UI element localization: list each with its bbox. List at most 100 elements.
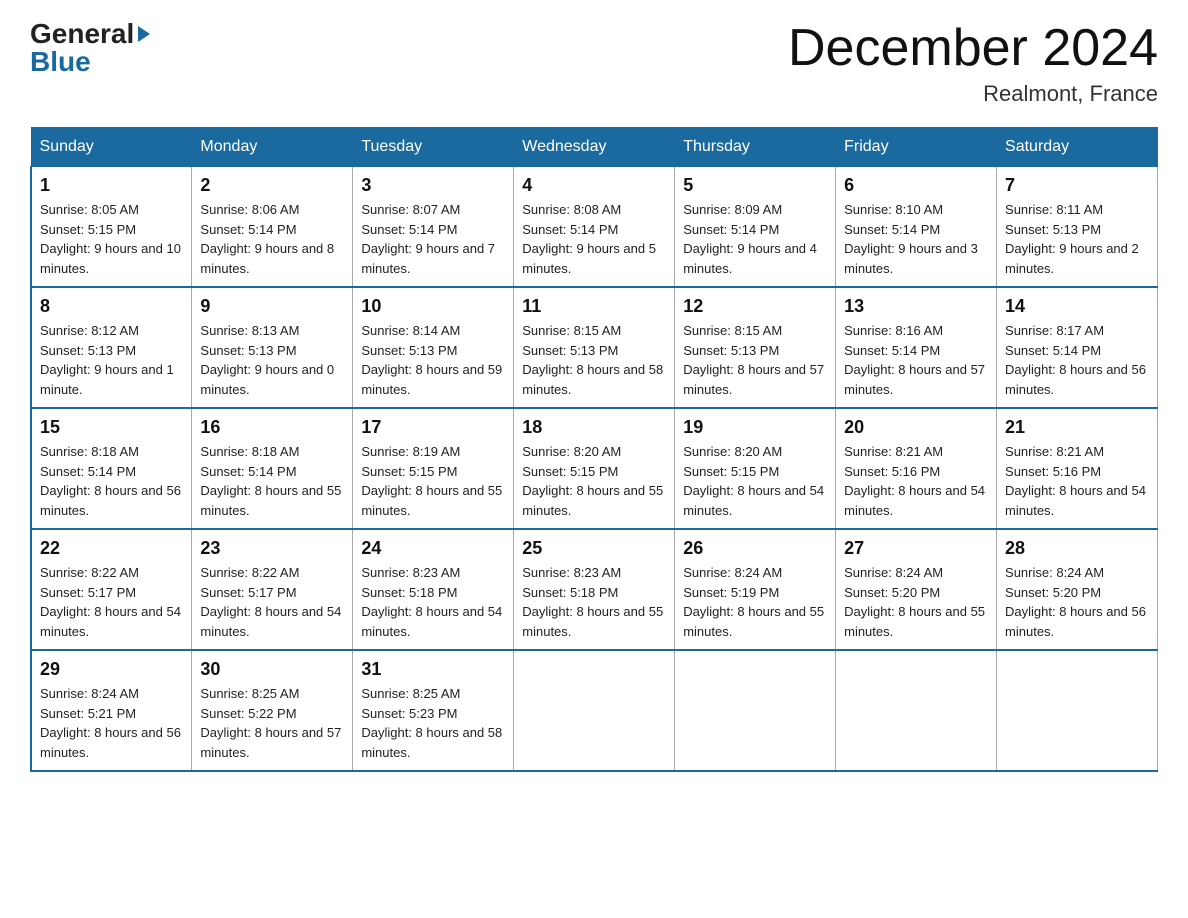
day-info: Sunrise: 8:21 AMSunset: 5:16 PMDaylight:…	[844, 442, 988, 520]
col-saturday: Saturday	[997, 128, 1158, 167]
calendar-cell: 3 Sunrise: 8:07 AMSunset: 5:14 PMDayligh…	[353, 167, 514, 288]
logo-blue-text: Blue	[30, 48, 91, 76]
calendar-cell: 7 Sunrise: 8:11 AMSunset: 5:13 PMDayligh…	[997, 167, 1158, 288]
day-number: 6	[844, 175, 988, 196]
day-info: Sunrise: 8:25 AMSunset: 5:23 PMDaylight:…	[361, 684, 505, 762]
col-tuesday: Tuesday	[353, 128, 514, 167]
header-row: Sunday Monday Tuesday Wednesday Thursday…	[31, 128, 1158, 167]
col-thursday: Thursday	[675, 128, 836, 167]
day-info: Sunrise: 8:12 AMSunset: 5:13 PMDaylight:…	[40, 321, 183, 399]
calendar-header: Sunday Monday Tuesday Wednesday Thursday…	[31, 128, 1158, 167]
calendar-week-row: 8 Sunrise: 8:12 AMSunset: 5:13 PMDayligh…	[31, 287, 1158, 408]
calendar-week-row: 29 Sunrise: 8:24 AMSunset: 5:21 PMDaylig…	[31, 650, 1158, 771]
col-sunday: Sunday	[31, 128, 192, 167]
calendar-cell	[514, 650, 675, 771]
day-info: Sunrise: 8:25 AMSunset: 5:22 PMDaylight:…	[200, 684, 344, 762]
day-info: Sunrise: 8:09 AMSunset: 5:14 PMDaylight:…	[683, 200, 827, 278]
day-number: 17	[361, 417, 505, 438]
day-number: 9	[200, 296, 344, 317]
calendar-cell: 25 Sunrise: 8:23 AMSunset: 5:18 PMDaylig…	[514, 529, 675, 650]
day-number: 5	[683, 175, 827, 196]
day-info: Sunrise: 8:23 AMSunset: 5:18 PMDaylight:…	[361, 563, 505, 641]
logo-chevron-icon	[138, 26, 150, 42]
calendar-cell	[675, 650, 836, 771]
day-info: Sunrise: 8:13 AMSunset: 5:13 PMDaylight:…	[200, 321, 344, 399]
calendar-cell: 14 Sunrise: 8:17 AMSunset: 5:14 PMDaylig…	[997, 287, 1158, 408]
day-number: 11	[522, 296, 666, 317]
day-number: 28	[1005, 538, 1149, 559]
day-number: 14	[1005, 296, 1149, 317]
day-info: Sunrise: 8:06 AMSunset: 5:14 PMDaylight:…	[200, 200, 344, 278]
day-number: 15	[40, 417, 183, 438]
calendar-cell: 8 Sunrise: 8:12 AMSunset: 5:13 PMDayligh…	[31, 287, 192, 408]
day-number: 30	[200, 659, 344, 680]
calendar-cell: 28 Sunrise: 8:24 AMSunset: 5:20 PMDaylig…	[997, 529, 1158, 650]
calendar-cell: 16 Sunrise: 8:18 AMSunset: 5:14 PMDaylig…	[192, 408, 353, 529]
location-subtitle: Realmont, France	[788, 81, 1158, 107]
calendar-cell: 18 Sunrise: 8:20 AMSunset: 5:15 PMDaylig…	[514, 408, 675, 529]
calendar-cell: 6 Sunrise: 8:10 AMSunset: 5:14 PMDayligh…	[836, 167, 997, 288]
calendar-cell	[997, 650, 1158, 771]
calendar-cell: 24 Sunrise: 8:23 AMSunset: 5:18 PMDaylig…	[353, 529, 514, 650]
day-info: Sunrise: 8:20 AMSunset: 5:15 PMDaylight:…	[683, 442, 827, 520]
day-number: 12	[683, 296, 827, 317]
day-info: Sunrise: 8:07 AMSunset: 5:14 PMDaylight:…	[361, 200, 505, 278]
calendar-cell: 11 Sunrise: 8:15 AMSunset: 5:13 PMDaylig…	[514, 287, 675, 408]
month-title: December 2024	[788, 20, 1158, 77]
calendar-cell: 17 Sunrise: 8:19 AMSunset: 5:15 PMDaylig…	[353, 408, 514, 529]
calendar-cell: 20 Sunrise: 8:21 AMSunset: 5:16 PMDaylig…	[836, 408, 997, 529]
calendar-cell: 23 Sunrise: 8:22 AMSunset: 5:17 PMDaylig…	[192, 529, 353, 650]
day-number: 21	[1005, 417, 1149, 438]
day-info: Sunrise: 8:21 AMSunset: 5:16 PMDaylight:…	[1005, 442, 1149, 520]
day-number: 31	[361, 659, 505, 680]
day-number: 26	[683, 538, 827, 559]
day-info: Sunrise: 8:24 AMSunset: 5:21 PMDaylight:…	[40, 684, 183, 762]
calendar-week-row: 1 Sunrise: 8:05 AMSunset: 5:15 PMDayligh…	[31, 167, 1158, 288]
calendar-cell: 31 Sunrise: 8:25 AMSunset: 5:23 PMDaylig…	[353, 650, 514, 771]
calendar-cell: 9 Sunrise: 8:13 AMSunset: 5:13 PMDayligh…	[192, 287, 353, 408]
day-number: 18	[522, 417, 666, 438]
day-info: Sunrise: 8:24 AMSunset: 5:20 PMDaylight:…	[844, 563, 988, 641]
day-number: 13	[844, 296, 988, 317]
calendar-cell: 21 Sunrise: 8:21 AMSunset: 5:16 PMDaylig…	[997, 408, 1158, 529]
calendar-cell: 26 Sunrise: 8:24 AMSunset: 5:19 PMDaylig…	[675, 529, 836, 650]
calendar-cell: 4 Sunrise: 8:08 AMSunset: 5:14 PMDayligh…	[514, 167, 675, 288]
day-info: Sunrise: 8:18 AMSunset: 5:14 PMDaylight:…	[200, 442, 344, 520]
calendar-cell: 15 Sunrise: 8:18 AMSunset: 5:14 PMDaylig…	[31, 408, 192, 529]
day-info: Sunrise: 8:15 AMSunset: 5:13 PMDaylight:…	[522, 321, 666, 399]
day-number: 27	[844, 538, 988, 559]
calendar-cell: 10 Sunrise: 8:14 AMSunset: 5:13 PMDaylig…	[353, 287, 514, 408]
day-info: Sunrise: 8:20 AMSunset: 5:15 PMDaylight:…	[522, 442, 666, 520]
day-info: Sunrise: 8:24 AMSunset: 5:20 PMDaylight:…	[1005, 563, 1149, 641]
calendar-cell: 5 Sunrise: 8:09 AMSunset: 5:14 PMDayligh…	[675, 167, 836, 288]
day-number: 8	[40, 296, 183, 317]
day-info: Sunrise: 8:08 AMSunset: 5:14 PMDaylight:…	[522, 200, 666, 278]
calendar-cell: 13 Sunrise: 8:16 AMSunset: 5:14 PMDaylig…	[836, 287, 997, 408]
calendar-body: 1 Sunrise: 8:05 AMSunset: 5:15 PMDayligh…	[31, 167, 1158, 772]
day-number: 22	[40, 538, 183, 559]
day-info: Sunrise: 8:23 AMSunset: 5:18 PMDaylight:…	[522, 563, 666, 641]
day-number: 7	[1005, 175, 1149, 196]
day-number: 2	[200, 175, 344, 196]
day-info: Sunrise: 8:15 AMSunset: 5:13 PMDaylight:…	[683, 321, 827, 399]
day-info: Sunrise: 8:22 AMSunset: 5:17 PMDaylight:…	[40, 563, 183, 641]
day-number: 10	[361, 296, 505, 317]
title-block: December 2024 Realmont, France	[788, 20, 1158, 107]
day-info: Sunrise: 8:19 AMSunset: 5:15 PMDaylight:…	[361, 442, 505, 520]
day-info: Sunrise: 8:16 AMSunset: 5:14 PMDaylight:…	[844, 321, 988, 399]
day-number: 24	[361, 538, 505, 559]
col-wednesday: Wednesday	[514, 128, 675, 167]
day-number: 23	[200, 538, 344, 559]
col-friday: Friday	[836, 128, 997, 167]
calendar-table: Sunday Monday Tuesday Wednesday Thursday…	[30, 127, 1158, 772]
col-monday: Monday	[192, 128, 353, 167]
calendar-week-row: 22 Sunrise: 8:22 AMSunset: 5:17 PMDaylig…	[31, 529, 1158, 650]
day-number: 1	[40, 175, 183, 196]
day-info: Sunrise: 8:18 AMSunset: 5:14 PMDaylight:…	[40, 442, 183, 520]
day-number: 20	[844, 417, 988, 438]
day-number: 29	[40, 659, 183, 680]
day-info: Sunrise: 8:24 AMSunset: 5:19 PMDaylight:…	[683, 563, 827, 641]
day-number: 4	[522, 175, 666, 196]
calendar-cell: 29 Sunrise: 8:24 AMSunset: 5:21 PMDaylig…	[31, 650, 192, 771]
calendar-cell: 22 Sunrise: 8:22 AMSunset: 5:17 PMDaylig…	[31, 529, 192, 650]
